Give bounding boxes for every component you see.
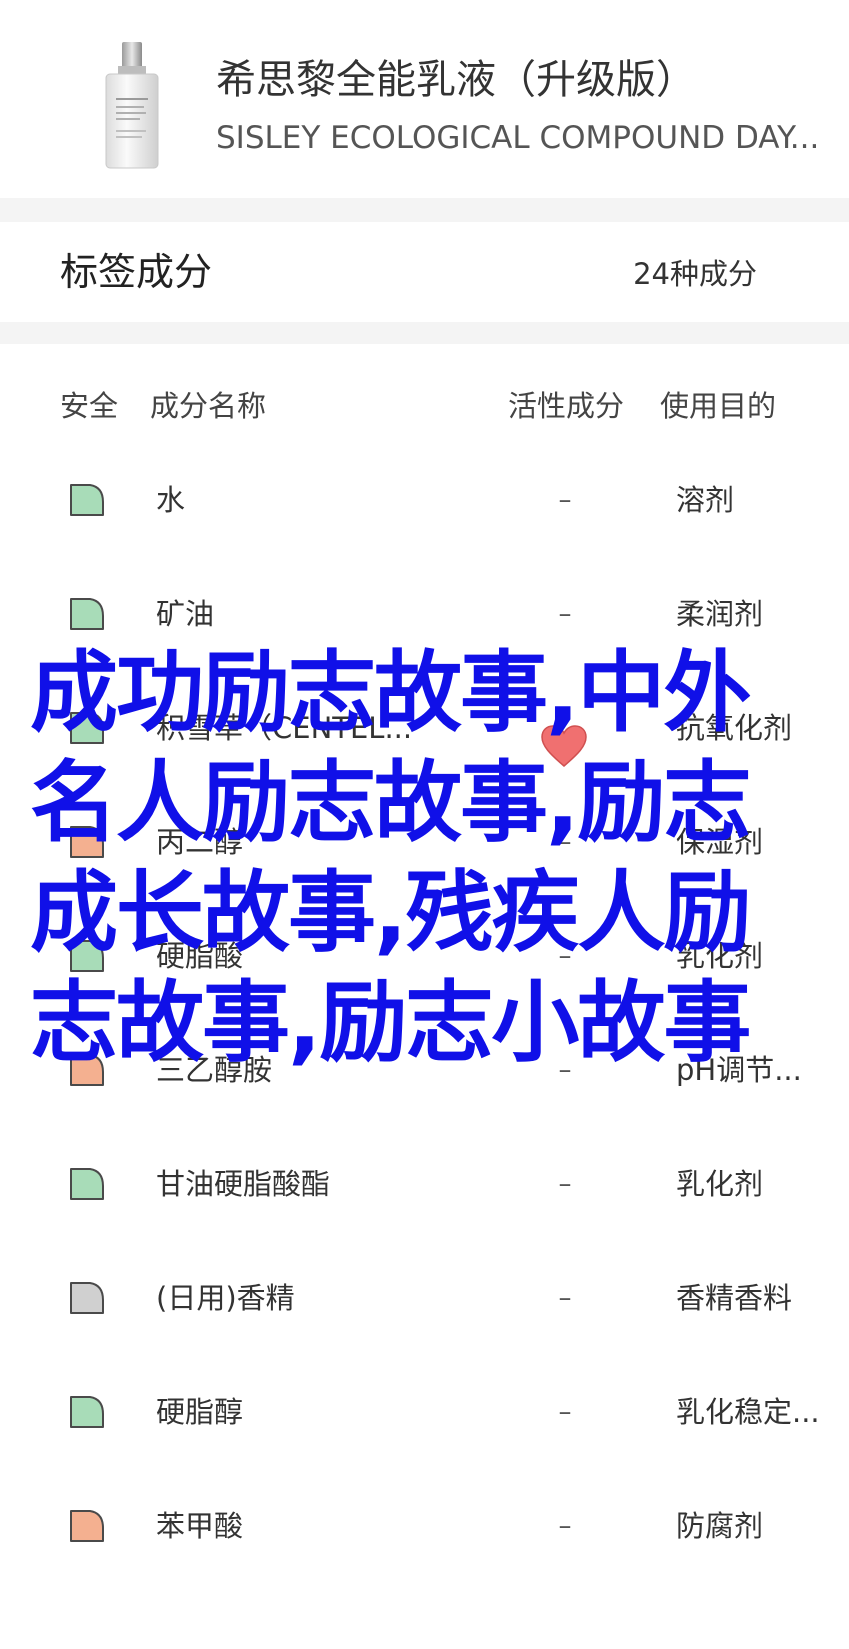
header-name: 成分名称 xyxy=(150,389,267,423)
ingredient-active-flag: – xyxy=(558,1397,572,1427)
ingredient-count: 24种成分 xyxy=(633,257,757,291)
ingredient-purpose: 溶剂 xyxy=(676,483,735,517)
ingredient-purpose: 乳化剂 xyxy=(676,1167,764,1201)
section-divider xyxy=(0,322,849,344)
ingredient-active-flag: – xyxy=(558,1169,572,1199)
product-name-cn: 希思黎全能乳液（升级版） xyxy=(216,57,696,103)
ingredient-active-flag: – xyxy=(558,485,572,515)
ingredient-row[interactable]: (日用)香精 – 香精香料 xyxy=(0,1268,849,1328)
header-safety: 安全 xyxy=(60,389,119,423)
ingredient-active-flag: – xyxy=(558,1511,572,1541)
ingredient-name: 苯甲酸 xyxy=(156,1509,244,1543)
safety-level-icon xyxy=(70,1396,104,1428)
ingredient-row[interactable]: 甘油硬脂酸酯 – 乳化剂 xyxy=(0,1154,849,1214)
ingredient-purpose: 香精香料 xyxy=(676,1281,793,1315)
tag-ingredients-row[interactable]: 标签成分 24种成分 xyxy=(0,222,849,322)
safety-level-icon xyxy=(70,1168,104,1200)
ingredient-name: 水 xyxy=(156,483,186,517)
product-header[interactable]: 希思黎全能乳液（升级版） SISLEY ECOLOGICAL COMPOUND … xyxy=(0,0,849,198)
ingredient-purpose: 防腐剂 xyxy=(676,1509,764,1543)
safety-level-icon xyxy=(70,484,104,516)
ingredient-active-flag: – xyxy=(558,599,572,629)
ingredient-purpose: 乳化稳定... xyxy=(676,1395,820,1429)
product-name-en: SISLEY ECOLOGICAL COMPOUND DAY... xyxy=(216,120,820,156)
ingredient-row[interactable]: 水 – 溶剂 xyxy=(0,470,849,530)
section-title: 标签成分 xyxy=(60,250,213,294)
header-active: 活性成分 xyxy=(508,389,625,423)
safety-level-icon xyxy=(70,598,104,630)
safety-level-icon xyxy=(70,1510,104,1542)
ingredient-name: (日用)香精 xyxy=(156,1281,295,1315)
ingredient-name: 硬脂醇 xyxy=(156,1395,244,1429)
section-divider xyxy=(0,198,849,222)
header-purpose: 使用目的 xyxy=(660,389,777,423)
ingredient-table-header: 安全 成分名称 活性成分 使用目的 xyxy=(0,384,849,428)
ingredient-purpose: 柔润剂 xyxy=(676,597,764,631)
ingredient-row[interactable]: 矿油 – 柔润剂 xyxy=(0,584,849,644)
overlay-watermark-text: 成功励志故事,中外名人励志故事,励志成长故事,残疾人励志故事,励志小故事 xyxy=(30,641,751,1074)
safety-level-icon xyxy=(70,1282,104,1314)
ingredient-name: 矿油 xyxy=(156,597,215,631)
ingredient-active-flag: – xyxy=(558,1283,572,1313)
lotion-bottle-icon xyxy=(105,42,159,169)
ingredient-row[interactable]: 硬脂醇 – 乳化稳定... xyxy=(0,1382,849,1442)
ingredient-name: 甘油硬脂酸酯 xyxy=(156,1167,331,1201)
ingredient-row[interactable]: 苯甲酸 – 防腐剂 xyxy=(0,1496,849,1556)
